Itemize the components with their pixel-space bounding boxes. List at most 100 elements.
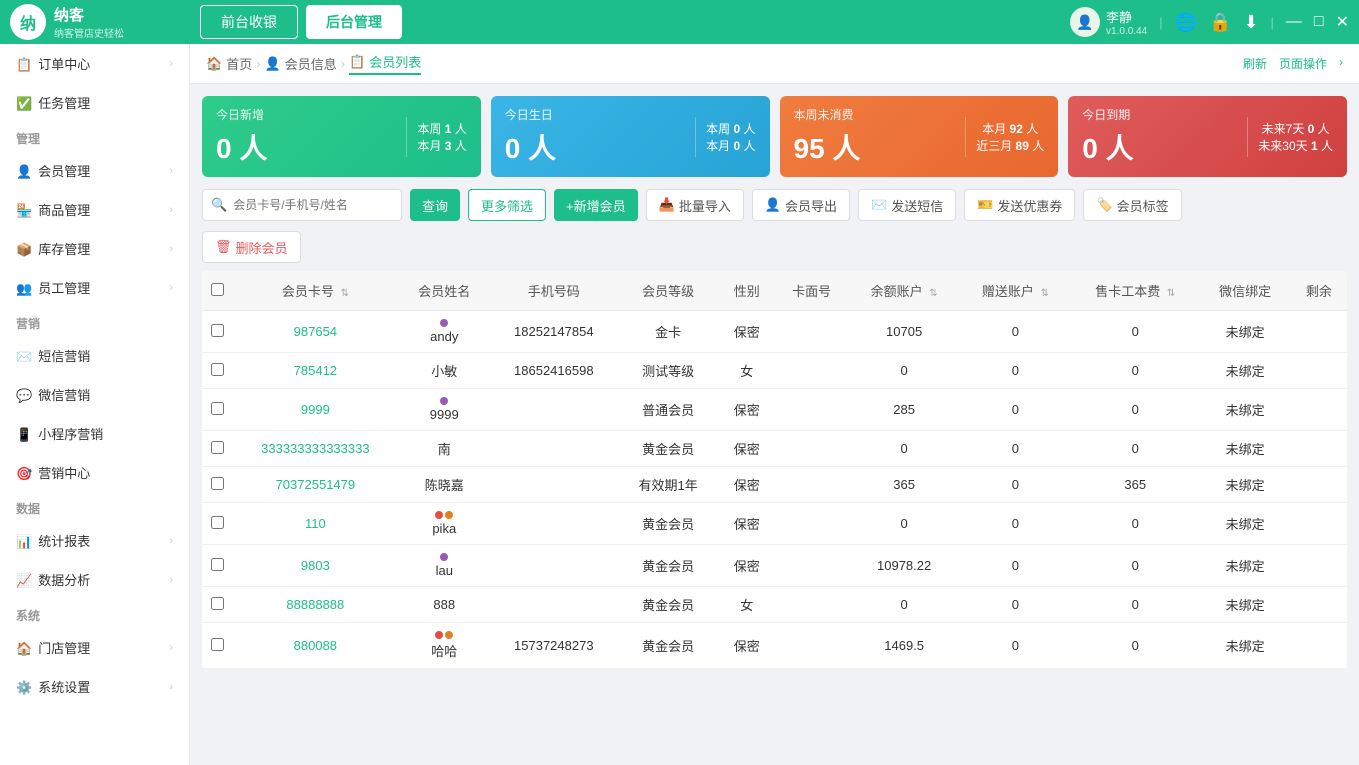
member-wechat: 未绑定: [1200, 431, 1291, 467]
select-all-checkbox[interactable]: [211, 283, 224, 296]
sidebar-item-stats-report[interactable]: 📊统计报表 ›: [0, 521, 189, 560]
send-coupon-button[interactable]: 🎫 发送优惠券: [964, 189, 1075, 221]
import-icon: 📥: [659, 197, 675, 213]
member-level: 黄金会员: [618, 503, 719, 545]
sidebar-item-sys-settings[interactable]: ⚙️系统设置 ›: [0, 667, 189, 706]
breadcrumb-expand-icon[interactable]: ›: [1339, 55, 1343, 72]
tag-icon: 🏷️: [1096, 197, 1112, 213]
member-tag-button[interactable]: 🏷️ 会员标签: [1083, 189, 1181, 221]
close-button[interactable]: ✕: [1336, 12, 1349, 32]
nav-tabs: 前台收银 后台管理: [200, 5, 1070, 39]
row-checkbox[interactable]: [211, 597, 224, 610]
download-icon[interactable]: ⬇: [1243, 12, 1258, 33]
member-remain: [1291, 389, 1347, 431]
search-input[interactable]: [233, 198, 393, 212]
member-name-cell: 小敏: [399, 353, 490, 389]
search-box[interactable]: 🔍: [202, 189, 402, 221]
row-checkbox[interactable]: [211, 477, 224, 490]
member-level: 普通会员: [618, 389, 719, 431]
sidebar-item-miniapp-marketing[interactable]: 📱小程序营销: [0, 414, 189, 453]
sidebar-item-member-mgmt[interactable]: 👤会员管理 ›: [0, 151, 189, 190]
no-consume-label: 本周未消费: [794, 106, 956, 123]
row-checkbox[interactable]: [211, 402, 224, 415]
row-checkbox[interactable]: [211, 516, 224, 529]
member-gender: 保密: [719, 431, 775, 467]
breadcrumb-home[interactable]: 🏠首页: [206, 54, 252, 73]
member-name-cell: lau: [399, 545, 490, 587]
member-gender: 保密: [719, 623, 775, 669]
row-checkbox[interactable]: [211, 441, 224, 454]
tab-backend[interactable]: 后台管理: [306, 5, 402, 39]
more-filter-button[interactable]: 更多筛选: [468, 189, 546, 221]
sidebar-item-data-analysis[interactable]: 📈数据分析 ›: [0, 560, 189, 599]
sidebar-section-mgmt: 管理: [0, 122, 189, 151]
member-card-id[interactable]: 987654: [294, 324, 337, 339]
member-name-cell: 888: [399, 587, 490, 623]
member-phone: 18252147854: [490, 311, 618, 353]
member-balance: 10978.22: [849, 545, 960, 587]
member-card-id[interactable]: 9999: [301, 402, 330, 417]
member-gender: 保密: [719, 545, 775, 587]
stats-row: 今日新增 0 人 本周 1 人 本月 3 人 今日生日 0 人: [202, 96, 1347, 177]
member-phone: [490, 467, 618, 503]
member-gender: 女: [719, 587, 775, 623]
sidebar-item-wechat-marketing[interactable]: 💬微信营销: [0, 375, 189, 414]
member-gender: 保密: [719, 311, 775, 353]
member-wechat: 未绑定: [1200, 545, 1291, 587]
table-row: 88888888 888 黄金会员 女 0 0 0 未绑定: [202, 587, 1347, 623]
breadcrumb-member-info[interactable]: 👤会员信息: [265, 54, 337, 73]
sidebar-section-data: 数据: [0, 492, 189, 521]
page-op-button[interactable]: 页面操作: [1279, 55, 1327, 72]
lock-icon[interactable]: 🔒: [1209, 12, 1231, 33]
sidebar-item-sms-marketing[interactable]: ✉️短信营销: [0, 336, 189, 375]
member-card-id[interactable]: 70372551479: [276, 477, 356, 492]
chevron-right-icon: ›: [169, 204, 173, 216]
batch-import-button[interactable]: 📥 批量导入: [646, 189, 744, 221]
expire-label: 今日到期: [1082, 106, 1237, 123]
sidebar-item-marketing-center[interactable]: 🎯营销中心: [0, 453, 189, 492]
sidebar-item-task-mgmt[interactable]: ✅任务管理: [0, 83, 189, 122]
birthday-value: 0 人: [505, 127, 685, 167]
member-card-id[interactable]: 785412: [294, 363, 337, 378]
member-phone: [490, 389, 618, 431]
member-card-id[interactable]: 88888888: [286, 597, 344, 612]
query-button[interactable]: 查询: [410, 189, 460, 221]
row-checkbox[interactable]: [211, 324, 224, 337]
member-card-id[interactable]: 110: [305, 516, 326, 531]
table-row: 9803 lau 黄金会员 保密 10978.22 0 0 未绑定: [202, 545, 1347, 587]
member-card-id[interactable]: 9803: [301, 558, 330, 573]
send-sms-button[interactable]: ✉️ 发送短信: [858, 189, 956, 221]
maximize-button[interactable]: □: [1314, 13, 1324, 31]
member-gift: 0: [960, 545, 1071, 587]
member-gender: 女: [719, 353, 775, 389]
col-name: 会员姓名: [399, 271, 490, 311]
globe-icon[interactable]: 🌐: [1175, 12, 1197, 33]
member-name-cell: 9999: [399, 389, 490, 431]
member-gift: 0: [960, 311, 1071, 353]
member-card-id[interactable]: 333333333333333: [261, 441, 369, 456]
trash-icon: 🗑: [215, 239, 232, 255]
sidebar-item-inventory-mgmt[interactable]: 📦库存管理 ›: [0, 229, 189, 268]
tab-frontend[interactable]: 前台收银: [200, 5, 298, 39]
refresh-button[interactable]: 刷新: [1243, 55, 1267, 72]
sidebar-item-order-center[interactable]: 📋订单中心 ›: [0, 44, 189, 83]
chevron-right-icon: ›: [169, 574, 173, 586]
member-gift: 0: [960, 467, 1071, 503]
row-checkbox[interactable]: [211, 638, 224, 651]
sidebar-item-goods-mgmt[interactable]: 🏪商品管理 ›: [0, 190, 189, 229]
row-checkbox[interactable]: [211, 558, 224, 571]
member-card-id[interactable]: 880088: [294, 638, 337, 653]
chevron-right-icon: ›: [169, 243, 173, 255]
export-button[interactable]: 👤 会员导出: [752, 189, 850, 221]
minimize-button[interactable]: —: [1286, 13, 1302, 31]
member-balance: 0: [849, 353, 960, 389]
sidebar-item-store-mgmt[interactable]: 🏠门店管理 ›: [0, 628, 189, 667]
member-gift: 0: [960, 623, 1071, 669]
no-consume-month-stat: 本月 92 人: [976, 120, 1044, 137]
sidebar-section-system: 系统: [0, 599, 189, 628]
add-member-button[interactable]: +新增会员: [554, 189, 638, 221]
breadcrumb-member-list[interactable]: 📋会员列表: [349, 52, 421, 75]
sidebar-item-staff-mgmt[interactable]: 👥员工管理 ›: [0, 268, 189, 307]
delete-member-button[interactable]: 🗑 删除会员: [202, 231, 301, 263]
row-checkbox[interactable]: [211, 363, 224, 376]
